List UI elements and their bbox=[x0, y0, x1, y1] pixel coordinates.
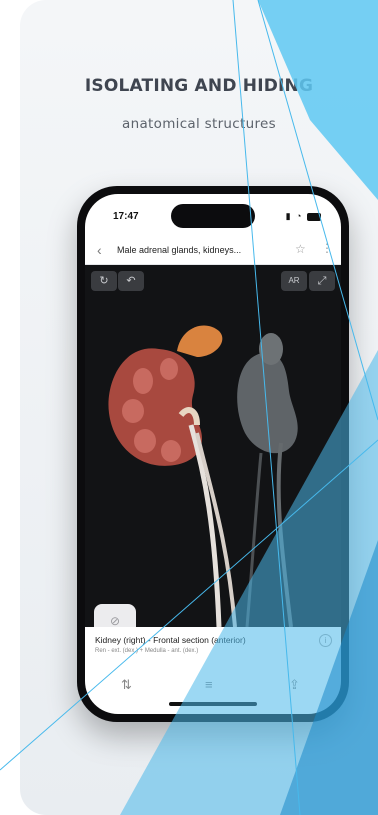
home-indicator bbox=[169, 702, 257, 706]
tab-share-icon[interactable]: ⇪ bbox=[289, 677, 300, 693]
favorite-star-icon[interactable]: ☆ bbox=[295, 242, 306, 256]
sectioned-kidney bbox=[108, 325, 237, 627]
status-icons: ▮ ◔ bbox=[283, 211, 321, 222]
back-icon[interactable]: ‹ bbox=[97, 242, 102, 258]
wifi-icon: ◔ bbox=[296, 211, 302, 221]
status-bar: 17:47 ▮ ◔ bbox=[85, 194, 341, 238]
tab-layers-icon[interactable]: ⇅ bbox=[121, 677, 132, 693]
info-icon[interactable]: i bbox=[319, 634, 332, 647]
navigation-bar: ‹ Male adrenal glands, kidneys... ☆ ⋮ bbox=[85, 238, 341, 265]
battery-icon bbox=[307, 212, 321, 221]
ghost-kidney bbox=[237, 333, 298, 627]
3d-viewer[interactable]: ↻ ↶ AR ⤢ bbox=[85, 265, 341, 627]
structure-name: Kidney (right) - Frontal section (anteri… bbox=[95, 635, 246, 645]
phone-screen: 17:47 ▮ ◔ ‹ Male adrenal glands, kidneys… bbox=[85, 194, 341, 714]
eye-slash-icon: ⊘ bbox=[109, 614, 121, 628]
phone-mockup: 17:47 ▮ ◔ ‹ Male adrenal glands, kidneys… bbox=[77, 186, 349, 722]
more-options-icon[interactable]: ⋮ bbox=[321, 241, 333, 255]
status-time: 17:47 bbox=[113, 211, 139, 222]
tab-quiz-icon[interactable]: ≡ bbox=[205, 677, 213, 692]
page-title: Male adrenal glands, kidneys... bbox=[117, 245, 242, 255]
structure-info-panel: Kidney (right) - Frontal section (anteri… bbox=[85, 627, 341, 714]
dynamic-island bbox=[171, 204, 255, 228]
structure-path: Ren - ext. (dex.) + Medulla - ant. (dex.… bbox=[95, 648, 199, 654]
subheadline: anatomical structures bbox=[122, 116, 276, 132]
signal-icon: ▮ bbox=[285, 211, 291, 221]
kidney-model[interactable] bbox=[85, 265, 341, 627]
headline: ISOLATING AND HIDING bbox=[84, 76, 314, 96]
